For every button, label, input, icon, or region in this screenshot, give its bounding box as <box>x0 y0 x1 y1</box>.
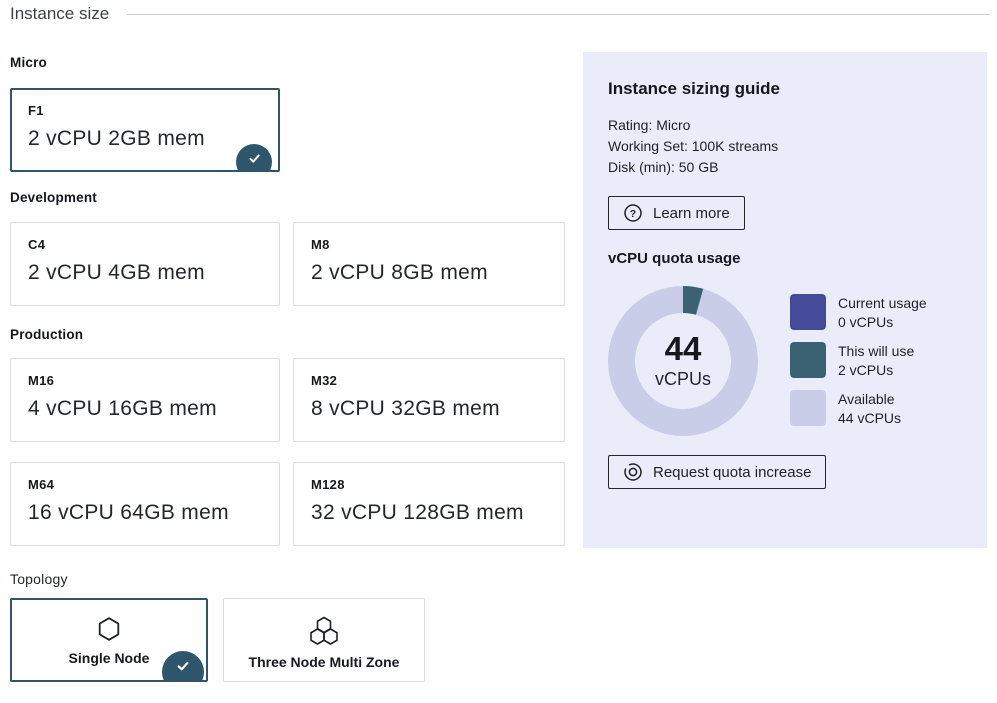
size-card-m32[interactable]: M32 8 vCPU 32GB mem <box>293 358 565 442</box>
size-card-spec: 2 vCPU 2GB mem <box>28 127 262 151</box>
sizing-guide-title: Instance sizing guide <box>608 79 962 99</box>
size-card-id: M8 <box>311 237 547 252</box>
request-quota-increase-button[interactable]: Request quota increase <box>608 455 826 489</box>
learn-more-label: Learn more <box>653 205 730 222</box>
question-circle-icon: ? <box>623 203 643 223</box>
topology-card-three-node-multi-zone[interactable]: Three Node Multi Zone <box>223 598 425 682</box>
learn-more-button[interactable]: ? Learn more <box>608 196 745 230</box>
size-card-f1[interactable]: F1 2 vCPU 2GB mem <box>10 88 280 172</box>
donut-center-value: 44 <box>665 332 702 365</box>
size-card-id: M128 <box>311 477 547 492</box>
section-label-development: Development <box>10 190 97 205</box>
section-label-micro: Micro <box>10 55 47 70</box>
disk-min-line: Disk (min): 50 GB <box>608 157 962 178</box>
legend-item-this-will-use: This will use 2 vCPUs <box>790 342 927 380</box>
three-hexagons-icon <box>308 616 340 646</box>
quota-legend: Current usage 0 vCPUs This will use 2 vC… <box>790 294 927 428</box>
single-hexagon-icon <box>97 616 121 642</box>
size-card-m128[interactable]: M128 32 vCPU 128GB mem <box>293 462 565 546</box>
rating-line: Rating: Micro <box>608 115 962 136</box>
size-card-id: M64 <box>28 477 262 492</box>
vcpu-quota-donut-chart: 44 vCPUs <box>608 286 758 436</box>
legend-value: 44 vCPUs <box>838 410 901 426</box>
section-label-topology: Topology <box>10 571 68 587</box>
size-card-spec: 32 vCPU 128GB mem <box>311 501 547 525</box>
topology-option-label: Three Node Multi Zone <box>230 654 418 670</box>
legend-name: This will use <box>838 343 914 359</box>
svg-text:?: ? <box>630 208 636 220</box>
check-icon <box>247 151 262 166</box>
size-card-spec: 8 vCPU 32GB mem <box>311 397 547 421</box>
request-quota-label: Request quota increase <box>653 464 811 481</box>
section-label-production: Production <box>10 327 83 342</box>
size-card-spec: 4 vCPU 16GB mem <box>28 397 262 421</box>
legend-item-current-usage: Current usage 0 vCPUs <box>790 294 927 332</box>
legend-text: Available 44 vCPUs <box>838 390 901 428</box>
size-card-c4[interactable]: C4 2 vCPU 4GB mem <box>10 222 280 306</box>
size-card-m16[interactable]: M16 4 vCPU 16GB mem <box>10 358 280 442</box>
legend-value: 0 vCPUs <box>838 314 893 330</box>
size-card-id: M16 <box>28 373 262 388</box>
donut-center-label: 44 vCPUs <box>608 286 758 436</box>
instance-sizing-guide-panel: Instance sizing guide Rating: Micro Work… <box>583 52 987 548</box>
legend-swatch-this-will-use <box>790 342 826 378</box>
topology-card-single-node[interactable]: Single Node <box>10 598 208 682</box>
legend-text: Current usage 0 vCPUs <box>838 294 927 332</box>
size-card-m8[interactable]: M8 2 vCPU 8GB mem <box>293 222 565 306</box>
page-header: Instance size <box>10 4 990 24</box>
legend-name: Available <box>838 391 895 407</box>
donut-center-unit: vCPUs <box>655 369 711 390</box>
instance-size-page: Instance size Micro F1 2 vCPU 2GB mem De… <box>0 0 997 703</box>
legend-swatch-available <box>790 390 826 426</box>
working-set-line: Working Set: 100K streams <box>608 136 962 157</box>
vcpu-quota-chart-row: 44 vCPUs Current usage 0 vCPUs This will… <box>608 286 962 436</box>
size-card-id: M32 <box>311 373 547 388</box>
legend-value: 2 vCPUs <box>838 362 893 378</box>
size-card-spec: 2 vCPU 4GB mem <box>28 261 262 285</box>
check-icon <box>175 658 191 674</box>
vcpu-quota-usage-title: vCPU quota usage <box>608 250 962 267</box>
size-card-m64[interactable]: M64 16 vCPU 64GB mem <box>10 462 280 546</box>
size-card-spec: 16 vCPU 64GB mem <box>28 501 262 525</box>
size-card-spec: 2 vCPU 8GB mem <box>311 261 547 285</box>
legend-swatch-current-usage <box>790 294 826 330</box>
legend-text: This will use 2 vCPUs <box>838 342 914 380</box>
size-card-id: F1 <box>28 103 262 118</box>
selected-check-badge <box>236 144 272 172</box>
legend-name: Current usage <box>838 295 927 311</box>
target-circle-icon <box>623 462 643 482</box>
page-title: Instance size <box>10 4 109 24</box>
legend-item-available: Available 44 vCPUs <box>790 390 927 428</box>
size-card-id: C4 <box>28 237 262 252</box>
header-divider <box>127 14 990 15</box>
